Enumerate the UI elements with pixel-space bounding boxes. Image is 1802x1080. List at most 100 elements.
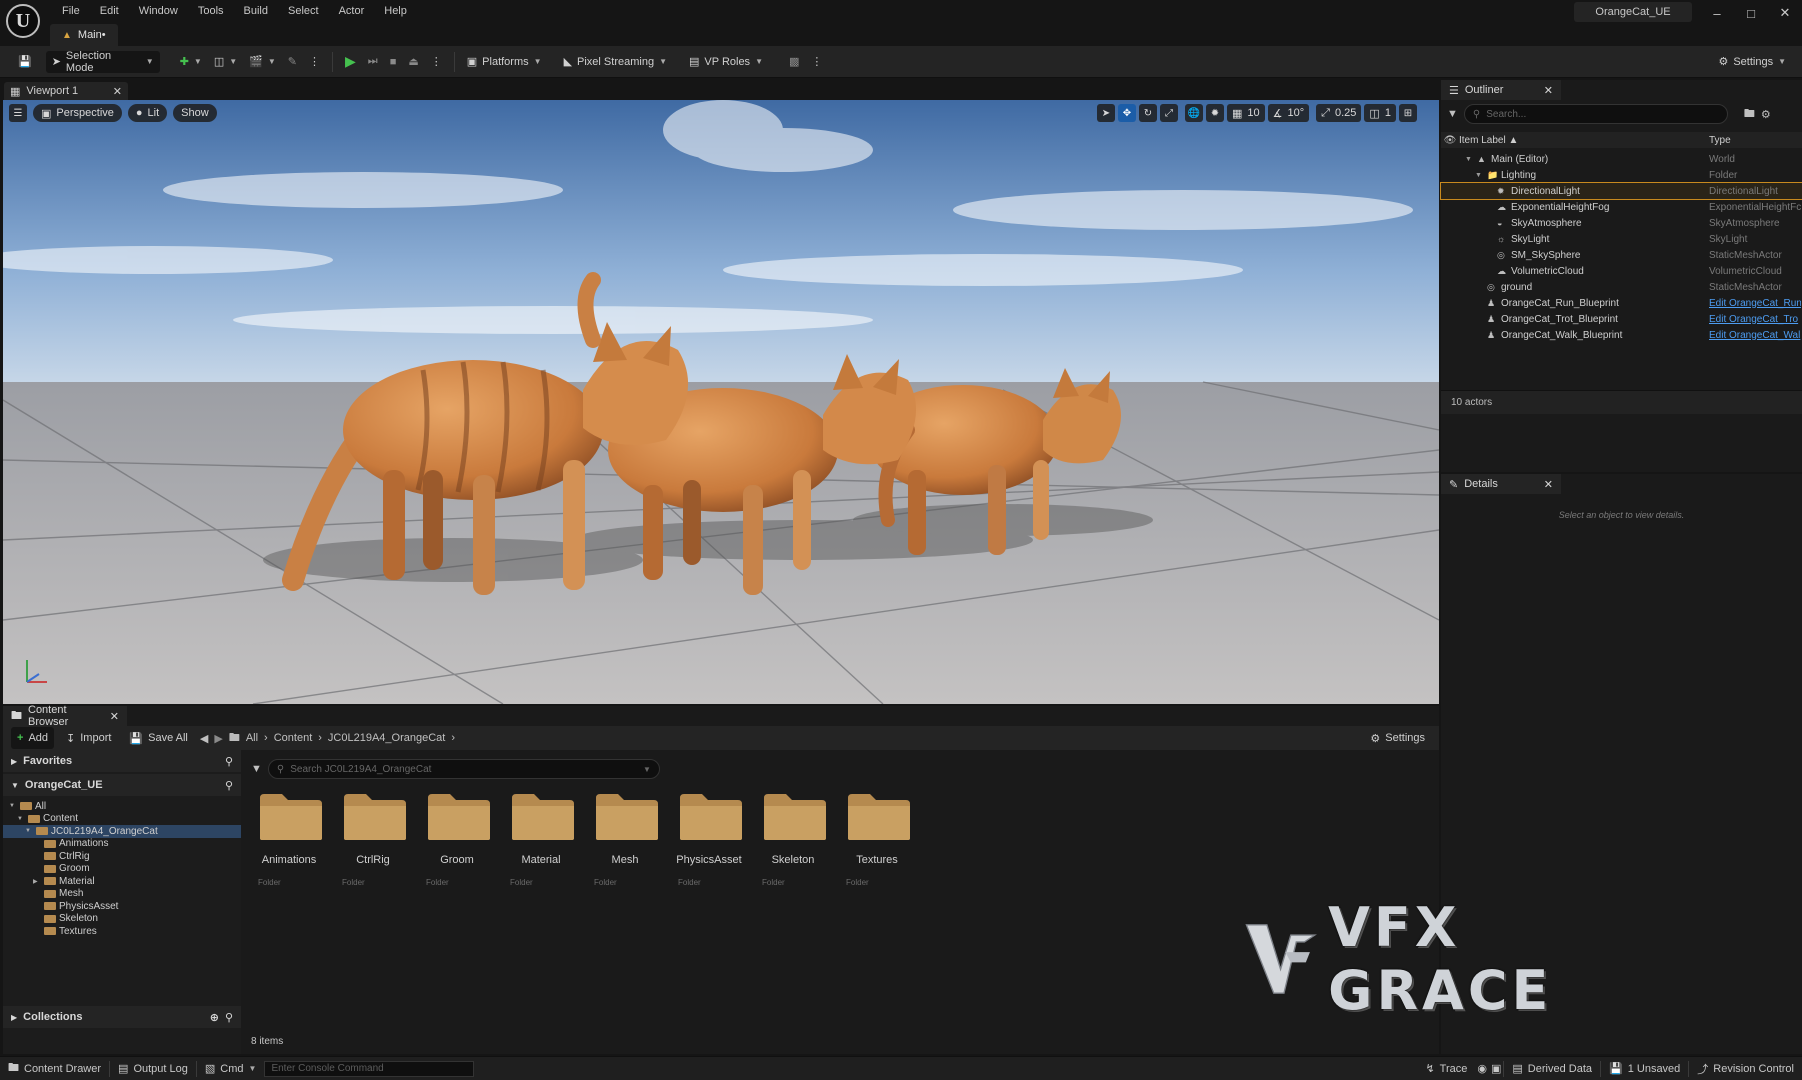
folder-tree-item[interactable]: Mesh — [3, 888, 241, 901]
chevron-down-icon[interactable]: ▼ — [1475, 172, 1482, 179]
level-tab-main[interactable]: ▲ Main• — [50, 24, 118, 46]
outliner-row[interactable]: ◒ SkyAtmosphere SkyAtmosphere — [1441, 215, 1802, 231]
gear-icon[interactable]: ⚙ — [1761, 108, 1771, 121]
expander-icon[interactable]: ▼ — [17, 816, 25, 822]
viewport-tab[interactable]: ▦ Viewport 1 ✕ — [4, 82, 128, 100]
maximize-icon[interactable]: □ — [1734, 4, 1768, 22]
content-settings-button[interactable]: ⚙ Settings — [1364, 727, 1431, 749]
edit-blueprint-link[interactable]: Edit OrangeCat_Tro — [1709, 314, 1801, 325]
minimize-icon[interactable]: – — [1700, 4, 1734, 22]
selection-mode-dropdown[interactable]: ➤ Selection Mode ▼ — [45, 50, 160, 74]
folder-tree-item[interactable]: Textures — [3, 925, 241, 938]
cmd-dropdown[interactable]: ▧ Cmd ▼ — [197, 1057, 265, 1080]
add-collection-icon[interactable]: ⊕ — [210, 1011, 219, 1024]
expander-icon[interactable]: ▶ — [33, 878, 41, 885]
revision-control-button[interactable]: ⤴ Revision Control — [1689, 1057, 1802, 1080]
menu-select[interactable]: Select — [278, 2, 329, 20]
close-icon[interactable]: ✕ — [110, 710, 119, 723]
search-icon[interactable]: ⚲ — [225, 779, 233, 792]
folder-tile[interactable]: PhysicsAsset Folder — [667, 784, 751, 894]
outliner-row[interactable]: ◎ ground StaticMeshActor — [1441, 279, 1802, 295]
select-tool-button[interactable]: ➤ — [1097, 104, 1115, 122]
folder-tree-item[interactable]: Groom — [3, 863, 241, 876]
unreal-logo-icon[interactable]: U — [6, 4, 40, 38]
folder-tile[interactable]: Material Folder — [499, 784, 583, 894]
modes-button[interactable]: ✎ — [282, 51, 303, 73]
outliner-row[interactable]: ♟ OrangeCat_Run_Blueprint Edit OrangeCat_R… — [1441, 295, 1802, 311]
level-viewport[interactable]: ☰ ▣ Perspective ● Lit Show ➤ ✥ ↻ ⤢ 🌐 ✹ ▦… — [3, 100, 1439, 704]
camera-speed-button[interactable]: ◫ 1 — [1364, 104, 1396, 122]
eye-icon[interactable]: 👁 — [1441, 135, 1459, 146]
world-space-button[interactable]: 🌐 — [1185, 104, 1203, 122]
derived-data-button[interactable]: ▤ Derived Data — [1504, 1057, 1600, 1080]
translate-tool-button[interactable]: ✥ — [1118, 104, 1136, 122]
close-icon[interactable]: ✕ — [1544, 478, 1553, 491]
surface-snap-button[interactable]: ✹ — [1206, 104, 1224, 122]
save-level-button[interactable]: 💾 — [12, 51, 38, 73]
folder-tile[interactable]: Skeleton Folder — [751, 784, 835, 894]
scale-snap-button[interactable]: ⤢ 0.25 — [1316, 104, 1362, 122]
close-window-icon[interactable]: ✕ — [1768, 4, 1802, 22]
folder-tile[interactable]: Groom Folder — [415, 784, 499, 894]
close-icon[interactable]: ✕ — [113, 85, 122, 98]
expander-icon[interactable]: ▼ — [25, 828, 33, 834]
advance-frame-button[interactable]: ⏭ — [362, 51, 384, 73]
maximize-viewport-button[interactable]: ⊞ — [1398, 104, 1417, 122]
outliner-row[interactable]: ☼ SkyLight SkyLight — [1441, 231, 1802, 247]
outliner-row[interactable]: ♟ OrangeCat_Trot_Blueprint Edit OrangeCat_… — [1441, 311, 1802, 327]
history-back-icon[interactable]: ◀ — [200, 732, 208, 745]
history-forward-icon[interactable]: ▶ — [214, 732, 222, 745]
folder-tree-item[interactable]: ▶ Material — [3, 875, 241, 888]
folder-tile[interactable]: Mesh Folder — [583, 784, 667, 894]
breadcrumb-all[interactable]: All — [246, 732, 258, 744]
trace-button[interactable]: ↯ Trace — [1417, 1057, 1475, 1080]
unsaved-button[interactable]: 💾 1 Unsaved — [1601, 1057, 1688, 1080]
project-header[interactable]: ▼ OrangeCat_UE ⚲ — [3, 774, 241, 796]
play-options-button[interactable]: ⋮ — [425, 51, 448, 73]
viewport-menu-button[interactable]: ☰ — [9, 104, 27, 122]
details-tab[interactable]: ✎ Details ✕ — [1441, 474, 1561, 494]
menu-build[interactable]: Build — [234, 2, 278, 20]
quick-add-button[interactable]: ✚ ▼ — [174, 51, 208, 73]
outliner-row[interactable]: ☁ ExponentialHeightFog ExponentialHeightFc — [1441, 199, 1802, 215]
content-browser-tab[interactable]: 🖿 Content Browser ✕ — [3, 704, 127, 728]
outliner-row[interactable]: ✹ DirectionalLight DirectionalLight — [1440, 182, 1802, 200]
pixel-streaming-dropdown[interactable]: ◣ Pixel Streaming ▼ — [558, 51, 673, 73]
outliner-search-input[interactable]: ⚲ Search... — [1463, 104, 1728, 124]
chevron-down-icon[interactable]: ▼ — [1465, 156, 1472, 163]
menu-file[interactable]: File — [52, 2, 90, 20]
collections-header[interactable]: ▶ Collections ⊕ ⚲ — [3, 1006, 241, 1028]
add-folder-icon[interactable]: 🖿 — [1744, 105, 1755, 124]
add-button[interactable]: + Add — [11, 727, 55, 749]
play-button[interactable]: ▶ — [339, 51, 362, 73]
outliner-row[interactable]: ▼ ▲ Main (Editor) World — [1441, 151, 1802, 167]
rotation-snap-button[interactable]: ∡ 10° — [1267, 104, 1310, 122]
settings-dropdown[interactable]: ⚙ Settings ▼ — [1712, 51, 1792, 73]
blueprints-button[interactable]: ◫ ▼ — [208, 51, 243, 73]
vp-roles-dropdown[interactable]: ▤ VP Roles ▼ — [683, 51, 769, 73]
menu-window[interactable]: Window — [129, 2, 188, 20]
search-icon[interactable]: ⚲ — [225, 755, 233, 768]
folder-tree-item[interactable]: CtrlRig — [3, 850, 241, 863]
menu-help[interactable]: Help — [374, 2, 417, 20]
folder-tree-item[interactable]: PhysicsAsset — [3, 900, 241, 913]
folder-tree-item[interactable]: ▼ All — [3, 800, 241, 813]
perspective-dropdown[interactable]: ▣ Perspective — [33, 104, 122, 122]
platforms-dropdown[interactable]: ▣ Platforms ▼ — [461, 51, 548, 73]
grid-snap-button[interactable]: ▦ 10 — [1227, 104, 1265, 122]
outliner-row[interactable]: ☁ VolumetricCloud VolumetricCloud — [1441, 263, 1802, 279]
edit-blueprint-link[interactable]: Edit OrangeCat_Run — [1709, 298, 1801, 309]
asset-search-input[interactable]: ⚲ Search JC0L219A4_OrangeCat ▼ — [267, 759, 660, 779]
close-icon[interactable]: ✕ — [1544, 84, 1553, 97]
folder-tree-item[interactable]: ▼ Content — [3, 813, 241, 826]
folder-tile[interactable]: Textures Folder — [835, 784, 919, 894]
folder-tree-item[interactable]: Animations — [3, 838, 241, 851]
folder-tree-item[interactable]: Skeleton — [3, 913, 241, 926]
folder-tree-item[interactable]: ▼ JC0L219A4_OrangeCat — [3, 825, 241, 838]
outliner-row[interactable]: ♟ OrangeCat_Walk_Blueprint Edit OrangeCat_… — [1441, 327, 1802, 343]
breadcrumb-content[interactable]: Content — [274, 732, 313, 744]
cinematics-button[interactable]: 🎬 ▼ — [243, 51, 282, 73]
layout-button[interactable]: ▩ — [783, 51, 805, 73]
layout-more-button[interactable]: ⋮ — [805, 51, 828, 73]
favorites-header[interactable]: ▶ Favorites ⚲ — [3, 750, 241, 772]
